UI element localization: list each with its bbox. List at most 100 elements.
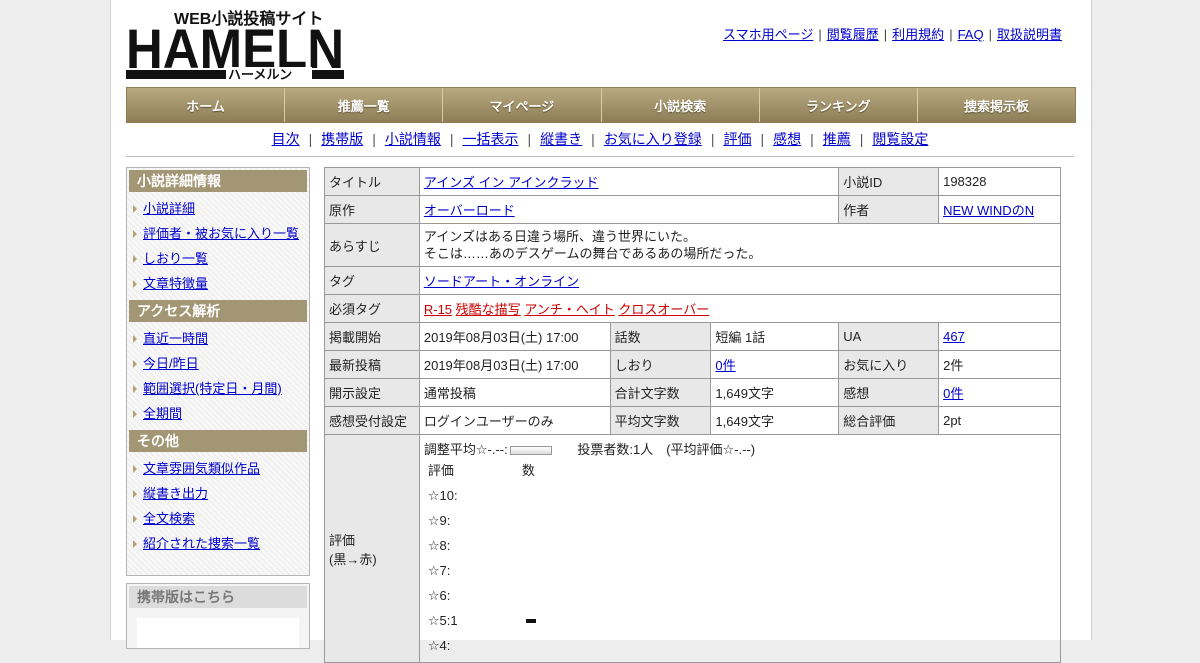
- sidebar-item-range[interactable]: 範囲選択(特定日・月間): [129, 376, 307, 401]
- divider: [126, 156, 1074, 157]
- comment-setting: ログインユーザーのみ: [418, 406, 611, 435]
- tag-r15[interactable]: R-15: [424, 302, 452, 317]
- histogram-bar: [525, 619, 536, 623]
- arrow-icon: [133, 205, 137, 213]
- label-comment-setting: 感想受付設定: [324, 406, 420, 435]
- label-favorites: お気に入り: [838, 350, 940, 379]
- sidebar-item-fulltext[interactable]: 全文検索: [129, 506, 307, 531]
- arrow-icon: [133, 385, 137, 393]
- label-ua: UA: [838, 322, 940, 351]
- sidebar-item-similar[interactable]: 文章雰囲気類似作品: [129, 456, 307, 481]
- nav-ranking[interactable]: ランキング: [759, 88, 918, 122]
- histogram-label: ☆7:: [427, 563, 451, 578]
- adjusted-average: 調整平均☆-.--:: [423, 442, 508, 457]
- avg-chars: 1,649文字: [710, 406, 840, 435]
- mobile-box-heading: 携帯版はこちら: [129, 586, 307, 608]
- sidebar-item-today[interactable]: 今日/昨日: [129, 351, 307, 376]
- arrow-icon: [133, 515, 137, 523]
- disclosure: 通常投稿: [418, 378, 611, 407]
- subnav-settings[interactable]: 閲覧設定: [872, 131, 928, 147]
- label-comments: 感想: [838, 378, 940, 407]
- subnav-recommend[interactable]: 推薦: [823, 131, 851, 147]
- arrow-icon: [133, 490, 137, 498]
- label-bookmarks: しおり: [609, 350, 712, 379]
- label-latest: 最新投稿: [324, 350, 420, 379]
- sidebar-item-introduced[interactable]: 紹介された捜索一覧: [129, 531, 307, 556]
- tag-crossover[interactable]: クロスオーバー: [618, 302, 709, 317]
- top-link-history[interactable]: 閲覧履歴: [827, 27, 879, 42]
- novel-title-link[interactable]: アインズ イン アインクラッド: [424, 175, 599, 190]
- histogram-row: ☆6:: [428, 583, 1052, 608]
- arrow-icon: [133, 465, 137, 473]
- label-original: 原作: [324, 195, 420, 224]
- arrow-icon: [133, 360, 137, 368]
- histogram-label: ☆8:: [427, 538, 451, 553]
- arrow-icon: [133, 410, 137, 418]
- novel-sub-nav: 目次 | 携帯版 | 小説情報 | 一括表示 | 縦書き | お気に入り登録 | 評価 | 感想 | 推薦 | 閲覧…: [271, 131, 929, 147]
- arrow-icon: [133, 540, 137, 548]
- logo-kana: ハーメルン: [228, 67, 292, 82]
- histogram-row: ☆4:: [428, 633, 1052, 658]
- histogram-row: ☆9:: [428, 508, 1052, 533]
- rating-cell: 調整平均☆-.--: 投票者数:1人 (平均評価☆-.--) 評価 数 ☆10: ☆…: [418, 434, 1062, 663]
- author-link[interactable]: NEW WINDのN: [943, 203, 1034, 218]
- nav-home[interactable]: ホーム: [127, 88, 286, 122]
- subnav-all[interactable]: 一括表示: [463, 131, 519, 147]
- nav-search[interactable]: 小説検索: [601, 88, 760, 122]
- top-link-faq[interactable]: FAQ: [958, 27, 984, 42]
- sidebar-item-last-hour[interactable]: 直近一時間: [129, 326, 307, 351]
- subnav-favorite[interactable]: お気に入り登録: [604, 131, 702, 147]
- subnav-info[interactable]: 小説情報: [385, 131, 441, 147]
- tag-anti-hate[interactable]: アンチ・ヘイト: [524, 302, 614, 317]
- page: WEB小説投稿サイト HAMELN ハーメルン スマホ用ページ | 閲覧履歴 | 利用規…: [110, 0, 1092, 663]
- novel-info-table: タイトル アインズ イン アインクラッド 小説ID 198328 原作 オーバー…: [324, 167, 1062, 663]
- latest-date: 2019年08月03日(土) 17:00: [418, 350, 611, 379]
- chapters: 短編 1話: [710, 322, 840, 351]
- top-link-smartphone[interactable]: スマホ用ページ: [723, 27, 813, 42]
- top-link-terms[interactable]: 利用規約: [892, 27, 944, 42]
- sidebar-item-vertical-output[interactable]: 縦書き出力: [129, 481, 307, 506]
- top-links: スマホ用ページ | 閲覧履歴 | 利用規約 | FAQ | 取扱説明書: [723, 27, 1062, 42]
- original-work-link[interactable]: オーバーロード: [424, 203, 515, 218]
- sidebar-heading-access: アクセス解析: [129, 300, 307, 322]
- subnav-vertical[interactable]: 縦書き: [540, 131, 582, 147]
- synopsis: アインズはある日違う場所、違う世界にいた。 そこは……あのデスゲームの舞台であるあ…: [418, 223, 1062, 267]
- hist-header-rating: 評価: [427, 463, 454, 478]
- tag-cruel[interactable]: 残酷な描写: [456, 302, 521, 317]
- sidebar-item-raters[interactable]: 評価者・被お気に入り一覧: [129, 221, 307, 246]
- sidebar-item-bookmarks[interactable]: しおり一覧: [129, 246, 307, 271]
- sidebar-item-features[interactable]: 文章特徴量: [129, 271, 307, 296]
- required-tags: R-15 残酷な描写 アンチ・ヘイト クロスオーバー: [418, 294, 1062, 323]
- histogram-row: ☆8:: [428, 533, 1052, 558]
- nav-recommendations[interactable]: 推薦一覧: [285, 88, 444, 122]
- label-chapters: 話数: [609, 322, 712, 351]
- subnav-mobile[interactable]: 携帯版: [321, 131, 363, 147]
- global-nav: ホーム 推薦一覧 マイページ 小説検索 ランキング 捜索掲示板: [126, 87, 1076, 123]
- hameln-logo[interactable]: WEB小説投稿サイト HAMELN ハーメルン: [126, 8, 346, 82]
- histogram-label: ☆4:: [427, 638, 451, 653]
- published-date: 2019年08月03日(土) 17:00: [418, 322, 611, 351]
- total-chars: 1,649文字: [710, 378, 840, 407]
- label-synopsis: あらすじ: [324, 223, 420, 267]
- qr-code-area: [137, 618, 299, 648]
- sidebar-item-novel-details[interactable]: 小説詳細: [129, 196, 307, 221]
- subnav-rate[interactable]: 評価: [723, 131, 751, 147]
- top-link-manual[interactable]: 取扱説明書: [997, 27, 1062, 42]
- subnav-toc[interactable]: 目次: [272, 131, 300, 147]
- label-disclosure: 開示設定: [324, 378, 420, 407]
- bookmarks-link[interactable]: 0件: [715, 358, 735, 373]
- histogram-label: ☆9:: [427, 513, 451, 528]
- histogram-label: ☆5:1: [427, 613, 458, 628]
- label-published: 掲載開始: [324, 322, 420, 351]
- histogram-row: ☆10:: [428, 483, 1052, 508]
- label-novel-id: 小説ID: [838, 167, 940, 196]
- subnav-comment[interactable]: 感想: [773, 131, 801, 147]
- tag-link[interactable]: ソードアート・オンライン: [424, 274, 579, 289]
- nav-search-board[interactable]: 捜索掲示板: [917, 88, 1076, 122]
- comments-link[interactable]: 0件: [943, 386, 963, 401]
- nav-mypage[interactable]: マイページ: [443, 88, 602, 122]
- arrow-icon: [133, 335, 137, 343]
- sidebar-item-all-time[interactable]: 全期間: [129, 401, 307, 426]
- ua-link[interactable]: 467: [943, 329, 965, 344]
- sidebar: 小説詳細情報 小説詳細 評価者・被お気に入り一覧 しおり一覧 文章特徴量 アクセ…: [126, 167, 310, 576]
